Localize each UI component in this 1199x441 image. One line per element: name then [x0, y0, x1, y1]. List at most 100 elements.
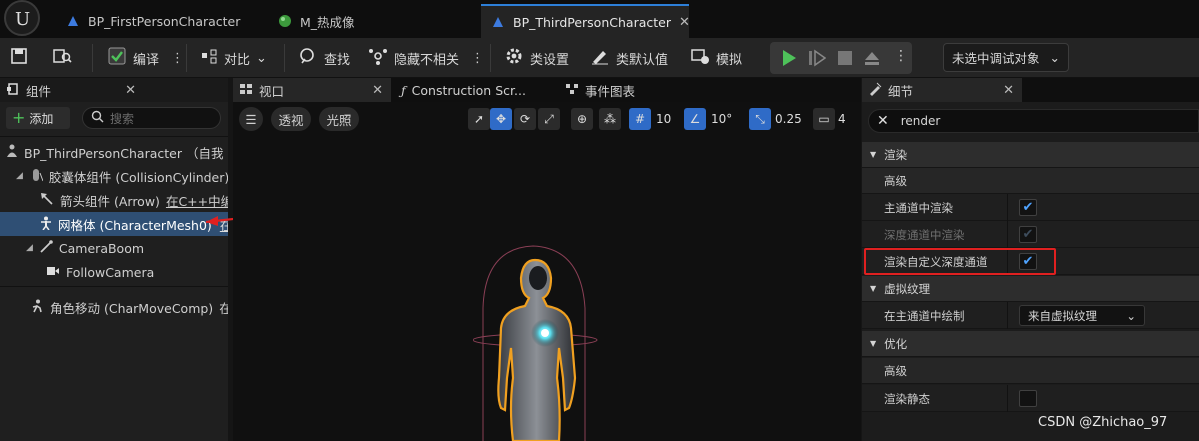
tab-bp-thirdperson[interactable]: BP_ThirdPersonCharacter ✕: [481, 4, 690, 38]
debug-object-select[interactable]: 未选中调试对象 ⌄: [943, 43, 1069, 72]
compile-button[interactable]: 编译 ⋮: [103, 44, 188, 72]
hide-unrelated-button[interactable]: 隐藏不相关 ⋮: [364, 44, 488, 72]
tree-item-camera-boom[interactable]: ◢ CameraBoom: [0, 236, 228, 260]
category-label: 渲染: [884, 147, 908, 162]
camera-icon: [46, 265, 60, 280]
step-icon[interactable]: [808, 49, 827, 70]
divider: [0, 136, 228, 137]
rotation-snap-value[interactable]: 10°: [711, 112, 732, 126]
tab-label: Construction Scr...: [411, 82, 526, 98]
main-toolbar: 编译 ⋮ 对比 ⌄ 查找 隐藏不相关 ⋮ 类设置 类默认值 模拟 ⋮ 未选中调试…: [0, 38, 1199, 78]
rotate-icon[interactable]: ⟳: [514, 108, 536, 130]
draw-main-pass-select[interactable]: 来自虚拟纹理 ⌄: [1019, 305, 1145, 326]
watermark-text: CSDN @Zhichao_97: [1038, 415, 1168, 430]
grid-snap-icon[interactable]: #: [629, 108, 651, 130]
compile-label: 编译: [133, 52, 160, 68]
tree-item-mesh[interactable]: 网格体 (CharacterMesh0) 在: [0, 212, 228, 236]
stop-icon[interactable]: [836, 49, 854, 70]
details-search-field[interactable]: ✕ render: [868, 109, 1199, 133]
unreal-logo-icon[interactable]: U: [4, 0, 40, 36]
category-label: 优化: [884, 336, 908, 351]
render-main-pass-checkbox[interactable]: ✔: [1019, 199, 1037, 216]
viewport-menu-button[interactable]: ☰: [239, 107, 263, 131]
spring-arm-icon: [39, 239, 53, 257]
tab-label: M_热成像: [300, 14, 355, 30]
property-render-main-pass: 主通道中渲染 ✔: [862, 194, 1199, 221]
pencil-icon: [590, 47, 610, 69]
close-icon[interactable]: ✕: [372, 83, 383, 98]
component-search-field[interactable]: 搜索: [82, 107, 221, 129]
tab-viewport[interactable]: 视口 ✕: [233, 78, 391, 102]
document-tab-bar: U BP_FirstPersonCharacter M_热成像 BP_Third…: [0, 0, 1199, 38]
browse-button[interactable]: [48, 44, 76, 72]
render-static-checkbox[interactable]: [1019, 390, 1037, 407]
scale-snap-value[interactable]: 0.25: [775, 112, 802, 126]
category-render[interactable]: ▼ 渲染: [862, 142, 1199, 168]
close-icon[interactable]: ✕: [679, 15, 690, 30]
find-button[interactable]: 查找: [294, 44, 354, 72]
tree-item-arrow[interactable]: 箭头组件 (Arrow) 在C++中编: [0, 188, 228, 212]
select-mode-icon[interactable]: ➚: [468, 108, 490, 130]
tree-item-root[interactable]: BP_ThirdPersonCharacter （自我: [0, 140, 228, 164]
separator: [284, 44, 285, 72]
class-defaults-button[interactable]: 类默认值: [586, 44, 672, 72]
eject-icon[interactable]: [863, 49, 881, 70]
tab-bp-firstperson[interactable]: BP_FirstPersonCharacter: [56, 4, 250, 38]
advanced-optimization-section[interactable]: 高级: [862, 358, 1199, 384]
rotation-snap-icon[interactable]: ∠: [684, 108, 706, 130]
clear-search-icon[interactable]: ✕: [877, 113, 889, 129]
separator: [186, 44, 187, 72]
tab-label: BP_ThirdPersonCharacter: [513, 14, 671, 30]
graph-icon: [565, 83, 579, 98]
more-options-icon[interactable]: ⋮: [171, 51, 184, 66]
tab-event-graph[interactable]: 事件图表: [559, 78, 679, 102]
surface-snap-icon[interactable]: ⁂: [599, 108, 621, 130]
simulate-button[interactable]: 模拟: [686, 44, 746, 72]
world-local-icon[interactable]: ⊕: [571, 108, 593, 130]
tab-material[interactable]: M_热成像: [268, 4, 365, 38]
tree-item-follow-camera[interactable]: FollowCamera: [0, 260, 228, 284]
tab-details[interactable]: 细节 ✕: [862, 78, 1022, 102]
property-draw-in-main-pass: 在主通道中绘制 来自虚拟纹理 ⌄: [862, 302, 1199, 329]
property-render-depth-pass: 深度通道中渲染 ✔: [862, 221, 1199, 248]
chevron-down-icon: ⌄: [256, 50, 267, 66]
movement-icon: [30, 299, 44, 316]
section-label: 高级: [884, 363, 907, 378]
advanced-render-section[interactable]: 高级: [862, 168, 1199, 194]
add-label: 添加: [29, 111, 54, 126]
more-options-icon[interactable]: ⋮: [894, 48, 908, 64]
simulate-icon: [690, 47, 710, 69]
diff-button[interactable]: 对比 ⌄: [196, 44, 271, 72]
tab-construction-script[interactable]: ƒ Construction Scr...: [395, 78, 557, 102]
play-icon[interactable]: [780, 49, 798, 70]
close-icon[interactable]: ✕: [125, 83, 136, 98]
scale-icon[interactable]: ⤢: [538, 108, 560, 130]
tree-item-capsule[interactable]: ◢ 胶囊体组件 (CollisionCylinder): [0, 164, 228, 188]
simulate-label: 模拟: [716, 52, 743, 68]
save-button[interactable]: [6, 44, 32, 72]
add-component-button[interactable]: + 添加: [6, 107, 70, 129]
category-optimization[interactable]: ▼ 优化: [862, 331, 1199, 357]
camera-speed-value[interactable]: 4: [838, 112, 846, 126]
highlight-box: [864, 248, 1056, 275]
search-value: render: [900, 114, 941, 128]
property-label: 渲染静态: [884, 392, 930, 406]
category-virtual-texture[interactable]: ▼ 虚拟纹理: [862, 276, 1199, 302]
more-options-icon[interactable]: ⋮: [471, 51, 484, 66]
viewport-icon: [239, 83, 253, 98]
grid-snap-value[interactable]: 10: [656, 112, 671, 126]
translate-icon[interactable]: ✥: [490, 108, 512, 130]
render-depth-pass-checkbox: ✔: [1019, 226, 1037, 243]
perspective-button[interactable]: 透视: [271, 107, 311, 131]
scale-snap-icon[interactable]: ⤡: [749, 108, 771, 130]
class-settings-button[interactable]: 类设置: [500, 44, 573, 72]
tree-item-label: BP_ThirdPersonCharacter （自我: [24, 145, 224, 161]
camera-speed-icon[interactable]: ▭: [813, 108, 835, 130]
tab-label: BP_FirstPersonCharacter: [88, 13, 241, 29]
tree-item-char-move[interactable]: 角色移动 (CharMoveComp) 在: [0, 295, 228, 319]
separator: [490, 44, 491, 72]
function-icon: ƒ: [401, 82, 406, 98]
components-panel: 组件 ✕ + 添加 搜索 BP_ThirdPersonCharacter （自我…: [0, 78, 228, 441]
close-icon[interactable]: ✕: [1003, 83, 1014, 98]
lit-button[interactable]: 光照: [319, 107, 359, 131]
